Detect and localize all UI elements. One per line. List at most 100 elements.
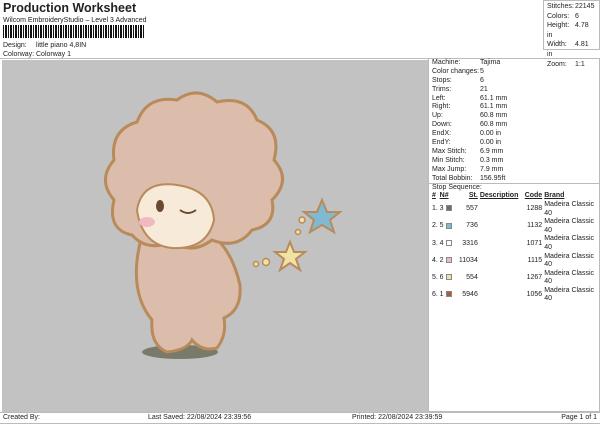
info-value: 0.00 in (480, 139, 502, 147)
stitch-count: 736 (466, 222, 478, 230)
column-header: N# (439, 192, 449, 200)
needle-cell: 1 (440, 287, 453, 304)
colorway-value: Colorway 1 (36, 51, 72, 58)
column-header: St. (468, 192, 478, 200)
needle-cell: 2 (440, 253, 453, 270)
stat-row: Colors: 6 (547, 12, 596, 22)
info-row: EndY: 0.00 in (429, 139, 599, 148)
stat-label: Colors: (547, 12, 570, 20)
info-row: Left: 61.1 mm (429, 95, 599, 104)
needle-number: 2 (439, 256, 444, 264)
description (480, 253, 525, 270)
row-number: 2. (432, 222, 438, 230)
star-yellow (272, 239, 308, 273)
info-value: 7.9 mm (480, 165, 504, 173)
info-label: Color changes: (432, 67, 480, 75)
page-title: Production Worksheet (3, 1, 137, 15)
color-swatch (445, 205, 452, 212)
thread-code: 1288 (526, 205, 543, 213)
design-row: Design: little piano 4,8IN (3, 42, 86, 49)
info-label: Max Jump: (432, 165, 467, 173)
color-swatch (445, 291, 452, 298)
brand: Madeira Classic 40 (544, 269, 594, 286)
design-preview (2, 60, 428, 412)
barcode (3, 25, 145, 38)
sheep-body (134, 233, 242, 354)
star-blue (301, 197, 343, 235)
thread-code: 1267 (526, 274, 543, 281)
software-name: Wilcom EmbroideryStudio – Level 3 Advanc… (3, 17, 147, 24)
stat-label: Stitches: (547, 3, 574, 10)
stop-sequence-table: # N# St. Description Code Brand 1. 3 557 1288 Ma… (432, 192, 599, 304)
needle-cell: 4 (440, 235, 453, 252)
table-row: 6. 1 5946 1056 Madeira Classic 40 (432, 287, 599, 304)
info-row: Min Stitch: 0.3 mm (429, 157, 599, 166)
stats-box: Stitches:22145 Colors: 6 Height: 4.78 in Widt… (543, 0, 600, 68)
info-label: EndX: (432, 130, 452, 138)
color-swatch (445, 274, 452, 281)
footer: Created By: Last Saved: 22/08/2024 23:39… (0, 412, 600, 424)
needle-cell: 3 (440, 201, 453, 218)
stitch-count: 11034 (458, 256, 478, 264)
brand: Madeira Classic 40 (544, 235, 594, 251)
info-value: 60.8 mm (480, 112, 508, 120)
needle-number: 3 (439, 205, 444, 213)
needle-number: 6 (439, 274, 444, 281)
description (480, 235, 525, 252)
info-value: 5 (480, 67, 484, 75)
description (480, 287, 525, 304)
stop-sequence-title: Stop Sequence: (429, 183, 599, 192)
embroidery-design (104, 91, 343, 359)
description (480, 201, 525, 218)
description (480, 270, 525, 287)
design-label: Design: (3, 42, 27, 49)
color-swatch (445, 239, 452, 246)
printed: Printed: 22/08/2024 23:39:59 (352, 414, 443, 421)
stat-value: 6 (575, 12, 579, 20)
needle-cell: 5 (440, 218, 453, 235)
created-by: Created By: (3, 414, 40, 421)
design-value: little piano 4,8IN (36, 42, 87, 49)
info-row: Stops: 6 (429, 77, 599, 86)
brand: Madeira Classic 40 (544, 200, 594, 217)
info-label: Left: (432, 94, 446, 102)
row-number: 4. (432, 256, 438, 264)
info-value: 0.00 in (480, 130, 502, 138)
thread-code: 1071 (526, 239, 543, 247)
thread-code: 1132 (527, 222, 543, 230)
stat-label: Width: (547, 41, 567, 49)
info-row: Up: 60.8 mm (429, 112, 599, 121)
page-number: Page 1 of 1 (561, 414, 597, 421)
colorway-label: Colorway: (3, 51, 35, 58)
description (480, 218, 525, 235)
stat-row: Width: 4.81 in (547, 40, 596, 59)
info-row: Right: 61.1 mm (429, 103, 599, 112)
thread-code: 1115 (527, 256, 543, 264)
stat-value: 22145 (575, 3, 595, 10)
stitch-count: 554 (466, 274, 478, 281)
colorway-row: Colorway: Colorway 1 (3, 51, 71, 58)
info-row: Max Jump: 7.9 mm (429, 166, 599, 175)
color-swatch (445, 256, 452, 263)
brand: Madeira Classic 40 (544, 286, 594, 303)
brand: Madeira Classic 40 (544, 218, 594, 234)
column-header: Brand (544, 192, 565, 200)
color-swatch (445, 222, 452, 229)
info-row: Color changes:5 (429, 68, 599, 77)
row-number: 1. (432, 205, 438, 213)
info-label: Down: (432, 121, 452, 129)
table-row: 1. 3 557 1288 Madeira Classic 40 (432, 201, 599, 218)
info-label: Trims: (432, 85, 452, 93)
info-value: 0.3 mm (480, 156, 504, 164)
column-header: Description (479, 192, 519, 200)
info-label: Stops: (432, 76, 452, 84)
info-label: Min Stitch: (432, 156, 465, 164)
info-value: 156.95ft (480, 174, 506, 182)
stitch-count: 5946 (462, 291, 478, 299)
info-row: Max Stitch: 6.9 mm (429, 148, 599, 157)
info-value: 6 (480, 76, 484, 84)
sheep-face (135, 183, 216, 250)
needle-number: 5 (439, 222, 444, 230)
info-row: EndX: 0.00 in (429, 130, 599, 139)
stitch-count: 3316 (462, 239, 478, 247)
